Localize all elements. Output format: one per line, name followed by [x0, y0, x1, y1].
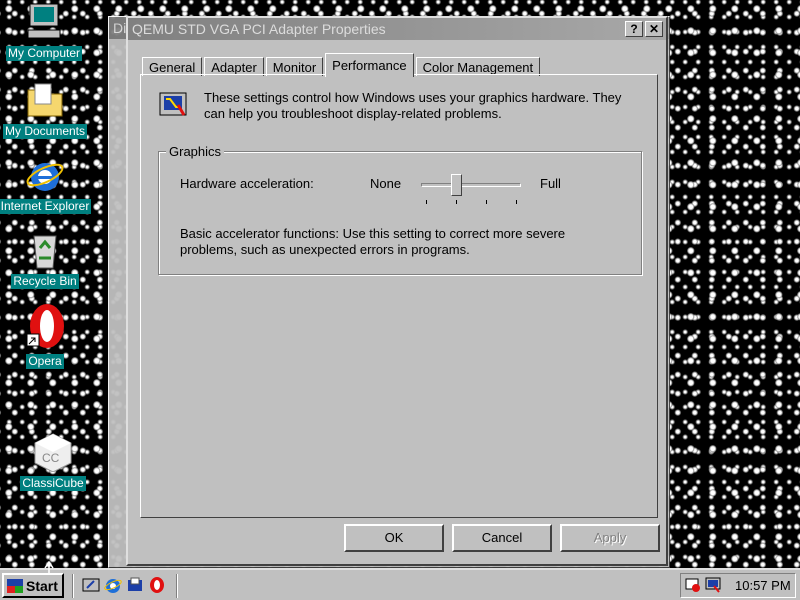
start-button[interactable]: Start [2, 573, 64, 598]
desktop-icon-classicube[interactable]: CC ClassiCube [5, 432, 101, 491]
desktop-icon-label: Opera [26, 354, 64, 369]
apply-button[interactable]: Apply [560, 524, 660, 552]
hardware-acceleration-label: Hardware acceleration: [180, 176, 314, 191]
mouse-cursor-icon [44, 560, 54, 575]
dialog-titlebar[interactable]: QEMU STD VGA PCI Adapter Properties ? ✕ [128, 18, 666, 40]
cancel-button[interactable]: Cancel [452, 524, 552, 552]
svg-text:CC: CC [42, 451, 60, 465]
intro-text: These settings control how Windows uses … [204, 90, 622, 121]
dialog-title: QEMU STD VGA PCI Adapter Properties [132, 21, 386, 37]
system-tray: 10:57 PM [680, 573, 796, 598]
outlook-icon[interactable] [126, 576, 144, 594]
acceleration-description: Basic accelerator functions: Use this se… [180, 226, 566, 257]
desktop-icon-label: My Computer [5, 46, 83, 61]
slider-max-label: Full [540, 176, 561, 191]
acceleration-slider-track[interactable] [421, 183, 521, 187]
my-computer-icon [24, 2, 64, 42]
slider-tick [426, 200, 427, 204]
start-label: Start [26, 577, 58, 594]
display-adapter-icon [158, 91, 188, 121]
folder-icon [25, 80, 65, 120]
tab-panel [140, 74, 658, 518]
opera-icon [25, 302, 65, 350]
desktop-icon-opera[interactable]: Opera [0, 302, 93, 369]
desktop-icon-recycle-bin[interactable]: Recycle Bin [0, 230, 93, 289]
desktop-icon-my-documents[interactable]: My Documents [0, 80, 93, 139]
slider-tick [486, 200, 487, 204]
taskbar-separator [72, 574, 74, 598]
slider-tick [456, 200, 457, 204]
acceleration-slider-thumb[interactable] [451, 174, 462, 196]
slider-tick [516, 200, 517, 204]
close-button[interactable]: ✕ [645, 21, 663, 37]
desktop-icon-label: My Documents [2, 124, 88, 139]
tab-performance[interactable]: Performance [325, 53, 414, 77]
taskbar: Start 10:57 PM [0, 568, 800, 600]
graphics-group-title: Graphics [166, 144, 225, 159]
windows-logo-icon [7, 578, 23, 593]
slider-min-label: None [370, 176, 402, 191]
desktop-icon-internet-explorer[interactable]: Internet Explorer [0, 155, 93, 214]
classicube-icon: CC [33, 432, 73, 473]
opera-icon[interactable] [148, 576, 166, 594]
help-button[interactable]: ? [625, 21, 643, 37]
scheduler-icon[interactable] [685, 577, 701, 593]
desktop-icon-label: Internet Explorer [0, 199, 92, 214]
display-adapter-properties-dialog[interactable]: QEMU STD VGA PCI Adapter Properties ? ✕ … [126, 16, 668, 566]
show-desktop-icon[interactable] [82, 576, 100, 594]
internet-explorer-icon[interactable] [104, 576, 122, 594]
desktop-icon-my-computer[interactable]: My Computer [0, 2, 92, 61]
clock[interactable]: 10:57 PM [735, 578, 791, 593]
tab-strip: General Adapter Monitor Performance Colo… [142, 53, 542, 77]
ok-button[interactable]: OK [344, 524, 444, 552]
display-settings-icon[interactable] [705, 577, 721, 593]
recycle-bin-icon [25, 230, 65, 270]
taskbar-separator [176, 574, 178, 598]
internet-explorer-icon [25, 155, 65, 195]
desktop-icon-label: ClassiCube [20, 476, 86, 491]
desktop-icon-label: Recycle Bin [11, 274, 79, 289]
